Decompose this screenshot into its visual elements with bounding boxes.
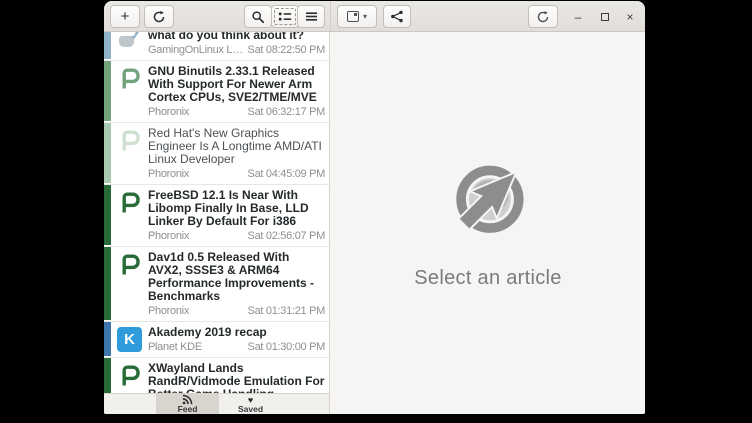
article-source: Phoronix	[148, 230, 189, 243]
close-icon: ×	[626, 10, 633, 24]
article-title: FreeBSD 12.1 Is Near With Libomp Finally…	[148, 189, 325, 228]
phoronix-icon	[117, 363, 143, 389]
phoronix-icon	[117, 66, 143, 92]
share-button[interactable]	[383, 5, 411, 28]
article-meta: Phoronix Sat 01:31:21 PM	[148, 305, 325, 318]
article-meta: Phoronix Sat 02:56:07 PM	[148, 230, 325, 243]
article-meta: Planet KDE Sat 01:30:00 PM	[148, 341, 325, 354]
article-list-item[interactable]: K what do you think about it? GamingOnLi…	[104, 32, 329, 61]
feedreader-logo-globe-cursor-icon	[440, 157, 536, 253]
tab-feed[interactable]: Feed	[156, 394, 219, 414]
article-source: Phoronix	[148, 305, 189, 318]
article-title: XWayland Lands RandR/Vidmode Emulation F…	[148, 362, 325, 393]
article-meta: Phoronix Sat 04:45:09 PM	[148, 168, 325, 181]
feed-icon: K	[117, 363, 143, 389]
article-timestamp: Sat 01:30:00 PM	[248, 341, 325, 354]
article-meta: Phoronix Sat 06:32:17 PM	[148, 106, 325, 119]
refresh-icon	[152, 10, 166, 24]
phoronix-icon	[117, 252, 143, 278]
article-meta: GamingOnLinux Latest… Sat 08:22:50 PM	[148, 44, 325, 57]
tab-saved-label: Saved	[238, 405, 263, 414]
article-timestamp: Sat 04:45:09 PM	[248, 168, 325, 181]
feed-icon: K	[117, 128, 143, 154]
article-timestamp: Sat 02:56:07 PM	[248, 230, 325, 243]
plus-icon: +	[121, 9, 130, 24]
article-timestamp: Sat 06:32:17 PM	[248, 106, 325, 119]
refresh-button[interactable]	[144, 5, 174, 28]
article-view-placeholder: Select an article	[331, 32, 645, 414]
list-footer-tabs: Feed ♥ Saved	[104, 393, 330, 414]
article-timestamp: Sat 08:22:50 PM	[248, 44, 325, 57]
phoronix-icon	[117, 128, 143, 154]
article-list-item[interactable]: K XWayland Lands RandR/Vidmode Emulation…	[104, 358, 329, 393]
sync-status-button[interactable]	[528, 5, 558, 28]
article-list-icon	[278, 10, 292, 23]
toolbar-pane-divider	[330, 1, 331, 32]
article-source: GamingOnLinux Latest…	[148, 44, 244, 57]
header-bar: +	[104, 1, 645, 32]
article-list-view-button[interactable]	[271, 5, 299, 28]
tab-saved[interactable]: ♥ Saved	[219, 394, 282, 414]
select-article-message: Select an article	[414, 267, 561, 290]
feed-color-strip	[104, 61, 111, 121]
kde-icon: K	[117, 327, 142, 352]
search-button[interactable]	[244, 5, 272, 28]
article-list: K what do you think about it? GamingOnLi…	[104, 32, 330, 393]
article-list-item[interactable]: K Red Hat's New Graphics Engineer Is A L…	[104, 123, 329, 185]
minimize-icon: –	[575, 10, 582, 24]
gamingonlinux-icon	[117, 32, 139, 50]
feed-icon: K	[117, 32, 143, 56]
article-title: Dav1d 0.5 Released With AVX2, SSSE3 & AR…	[148, 251, 325, 303]
menu-button[interactable]	[297, 5, 325, 28]
tag-button[interactable]: ▾	[337, 5, 377, 28]
maximize-button[interactable]	[593, 1, 617, 32]
minimize-button[interactable]: –	[566, 1, 590, 32]
close-button[interactable]: ×	[618, 1, 642, 32]
article-list-item[interactable]: K Dav1d 0.5 Released With AVX2, SSSE3 & …	[104, 247, 329, 322]
feedreader-window: +	[104, 1, 645, 414]
feed-color-strip	[104, 32, 111, 59]
feed-color-strip	[104, 123, 111, 183]
article-title: Red Hat's New Graphics Engineer Is A Lon…	[148, 127, 325, 166]
article-list-item[interactable]: K Akademy 2019 recap Planet KDE Sat 01:3…	[104, 322, 329, 358]
article-list-item[interactable]: K GNU Binutils 2.33.1 Released With Supp…	[104, 61, 329, 123]
tag-icon	[347, 11, 359, 22]
phoronix-icon	[117, 190, 143, 216]
article-source: Phoronix	[148, 168, 189, 181]
sync-icon	[536, 10, 550, 24]
feed-icon: K	[117, 327, 143, 353]
feed-icon: K	[117, 252, 143, 278]
article-title: what do you think about it?	[148, 32, 325, 42]
tab-feed-label: Feed	[178, 405, 198, 414]
feed-icon: K	[117, 190, 143, 216]
feed-color-strip	[104, 322, 111, 356]
add-feed-button[interactable]: +	[110, 5, 140, 28]
maximize-icon	[601, 13, 609, 21]
article-timestamp: Sat 01:31:21 PM	[248, 305, 325, 318]
article-title: Akademy 2019 recap	[148, 326, 325, 339]
article-source: Phoronix	[148, 106, 189, 119]
search-icon	[251, 10, 265, 24]
article-source: Planet KDE	[148, 341, 202, 354]
feed-color-strip	[104, 185, 111, 245]
article-title: GNU Binutils 2.33.1 Released With Suppor…	[148, 65, 325, 104]
feed-color-strip	[104, 358, 111, 393]
desktop-background: +	[0, 0, 752, 423]
hamburger-menu-icon	[305, 11, 318, 22]
chevron-down-icon: ▾	[363, 12, 367, 21]
feed-color-strip	[104, 247, 111, 320]
feed-icon: K	[117, 66, 143, 92]
share-icon	[390, 10, 404, 23]
article-list-item[interactable]: K FreeBSD 12.1 Is Near With Libomp Final…	[104, 185, 329, 247]
